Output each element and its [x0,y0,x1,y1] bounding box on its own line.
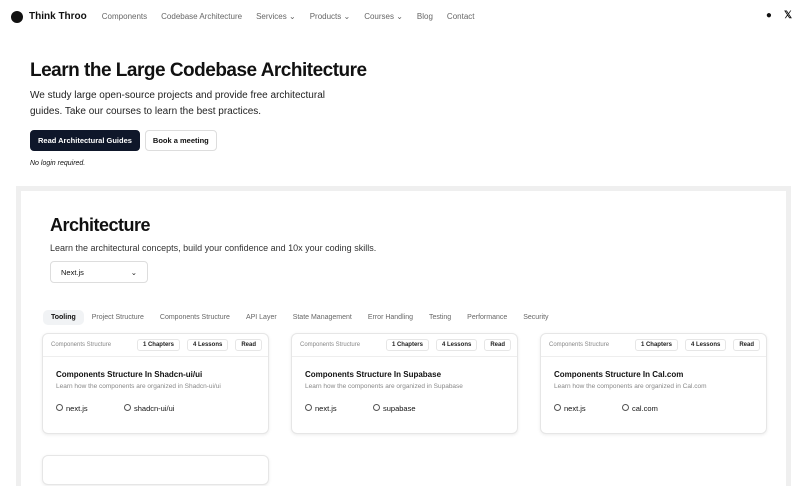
tab-api-layer[interactable]: API Layer [238,310,285,325]
chapters-badge: 1 Chapters [634,339,678,351]
read-button[interactable]: Read [484,339,511,351]
card-title[interactable]: Components Structure In Shadcn-ui/ui [56,370,268,379]
book-meeting-button[interactable]: Book a meeting [144,130,217,151]
tag: next.js [305,404,373,413]
tag: supabase [373,404,441,413]
tab-list: Tooling Project Structure Components Str… [43,310,557,325]
nav-courses[interactable]: Courses ⌄ [364,12,403,21]
card-header: Components Structure 1 Chapters 4 Lesson… [541,334,766,357]
tab-security[interactable]: Security [515,310,556,325]
card-description: Learn how the components are organized i… [56,383,221,390]
card-category: Components Structure [300,342,361,348]
login-note: No login required. [30,160,86,167]
chapters-badge: 1 Chapters [136,339,180,351]
github-icon[interactable]: ● [766,10,772,21]
lessons-badge: 4 Lessons [435,339,478,351]
brand-name[interactable]: Think Throo [29,11,87,22]
section-subtitle: Learn the architectural concepts, build … [50,243,377,253]
card-description: Learn how the components are organized i… [554,383,707,390]
hero: Learn the Large Codebase Architecture We… [30,60,367,167]
course-card-partial[interactable] [42,455,269,485]
hero-description: We study large open-source projects and … [30,90,325,117]
card-category: Components Structure [51,342,112,348]
tab-project-structure[interactable]: Project Structure [84,310,152,325]
select-value: Next.js [61,267,84,277]
framework-select[interactable]: Next.js ⌄ [50,261,148,283]
nav-blog[interactable]: Blog [417,12,433,21]
tab-components-structure[interactable]: Components Structure [152,310,238,325]
card-category: Components Structure [549,342,610,348]
lessons-badge: 4 Lessons [684,339,727,351]
read-button[interactable]: Read [733,339,760,351]
top-nav: Think Throo Components Codebase Architec… [0,0,800,33]
tab-error-handling[interactable]: Error Handling [360,310,421,325]
chapters-badge: 1 Chapters [385,339,429,351]
nav-components[interactable]: Components [102,12,147,21]
card-header: Components Structure 1 Chapters 4 Lesson… [292,334,517,357]
x-icon[interactable]: 𝕏 [784,10,792,21]
section-title: Architecture [50,215,151,235]
tag: next.js [56,404,124,413]
lessons-badge: 4 Lessons [186,339,229,351]
course-card[interactable]: Components Structure 1 Chapters 4 Lesson… [42,333,269,434]
read-guides-button[interactable]: Read Architectural Guides [30,130,140,151]
chevron-down-icon: ⌄ [130,267,137,277]
tab-state-management[interactable]: State Management [285,310,360,325]
hero-title: Learn the Large Codebase Architecture [30,60,367,81]
nav-contact[interactable]: Contact [447,12,475,21]
course-card[interactable]: Components Structure 1 Chapters 4 Lesson… [291,333,518,434]
card-title[interactable]: Components Structure In Cal.com [554,370,766,379]
read-button[interactable]: Read [235,339,262,351]
tag: next.js [554,404,622,413]
tab-testing[interactable]: Testing [421,310,459,325]
course-card[interactable]: Components Structure 1 Chapters 4 Lesson… [540,333,767,434]
nav-services[interactable]: Services ⌄ [256,12,296,21]
nav-products[interactable]: Products ⌄ [310,12,351,21]
card-header: Components Structure 1 Chapters 4 Lesson… [43,334,268,357]
tab-tooling[interactable]: Tooling [43,310,84,325]
card-title[interactable]: Components Structure In Supabase [305,370,517,379]
logo-icon[interactable] [11,10,23,23]
tag: cal.com [622,404,690,413]
nav-codebase-architecture[interactable]: Codebase Architecture [161,12,242,21]
tag: shadcn-ui/ui [124,404,192,413]
card-description: Learn how the components are organized i… [305,383,463,390]
tab-performance[interactable]: Performance [459,310,515,325]
